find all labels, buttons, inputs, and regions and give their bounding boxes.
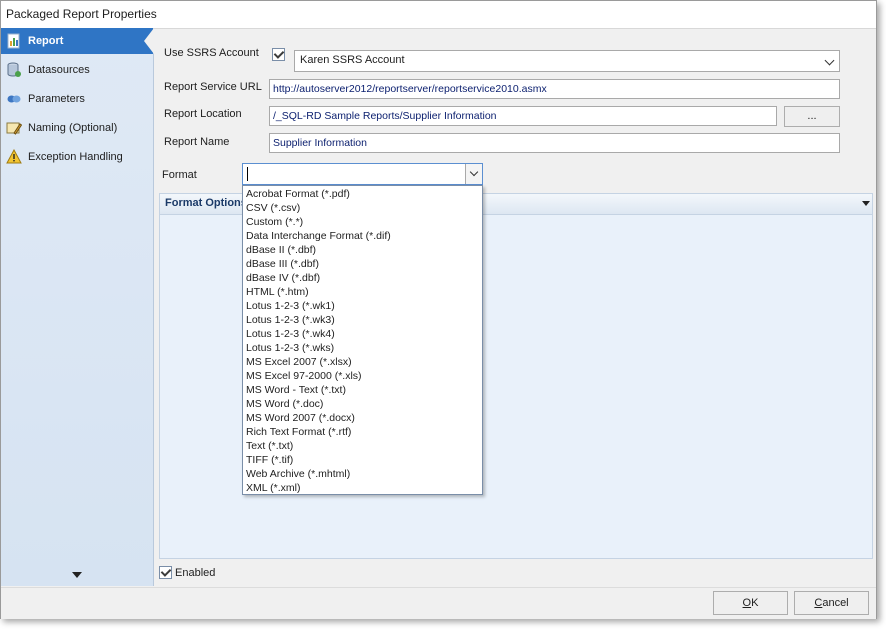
format-combobox[interactable] xyxy=(242,163,483,185)
sidebar-item-label: Naming (Optional) xyxy=(28,122,118,134)
format-option[interactable]: MS Word (*.doc) xyxy=(243,397,482,411)
format-option[interactable]: MS Word - Text (*.txt) xyxy=(243,383,482,397)
ok-button[interactable]: OK xyxy=(713,591,788,615)
database-icon xyxy=(6,62,22,78)
ok-accel: O xyxy=(742,597,752,609)
report-service-url-field[interactable]: http://autoserver2012/reportserver/repor… xyxy=(269,79,840,99)
format-dropdown-button[interactable] xyxy=(465,164,482,184)
format-option[interactable]: Lotus 1-2-3 (*.wk1) xyxy=(243,299,482,313)
report-name-label: Report Name xyxy=(164,136,230,148)
cancel-button[interactable]: Cancel xyxy=(794,591,869,615)
sidebar-item-label: Datasources xyxy=(28,64,90,76)
scroll-down-arrow-icon[interactable] xyxy=(72,572,82,578)
sidebar-item-naming[interactable]: Naming (Optional) xyxy=(1,115,153,141)
ssrs-account-value: Karen SSRS Account xyxy=(300,54,405,66)
text-cursor xyxy=(247,167,248,181)
format-option[interactable]: MS Excel 2007 (*.xlsx) xyxy=(243,355,482,369)
format-option[interactable]: TIFF (*.tif) xyxy=(243,453,482,467)
enabled-label: Enabled xyxy=(175,567,216,579)
ok-rest: K xyxy=(751,597,759,609)
format-option[interactable]: MS Excel 97-2000 (*.xls) xyxy=(243,369,482,383)
format-option[interactable]: MS Word 2007 (*.docx) xyxy=(243,411,482,425)
format-option[interactable]: Text (*.txt) xyxy=(243,439,482,453)
sidebar-item-datasources[interactable]: Datasources xyxy=(1,57,153,83)
sidebar-item-exception-handling[interactable]: Exception Handling xyxy=(1,144,153,170)
format-option[interactable]: Web Archive (*.mhtml) xyxy=(243,467,482,481)
report-service-url-label: Report Service URL xyxy=(164,81,262,93)
format-option[interactable]: dBase II (*.dbf) xyxy=(243,243,482,257)
format-option[interactable]: Acrobat Format (*.pdf) xyxy=(243,187,482,201)
report-location-field[interactable]: /_SQL-RD Sample Reports/Supplier Informa… xyxy=(269,106,777,126)
dialog-footer: OK Cancel xyxy=(1,587,876,619)
report-icon xyxy=(6,33,22,49)
report-name-field[interactable]: Supplier Information xyxy=(269,133,840,153)
title-bar: Packaged Report Properties xyxy=(1,1,876,29)
format-option[interactable]: CSV (*.csv) xyxy=(243,201,482,215)
format-option[interactable]: dBase IV (*.dbf) xyxy=(243,271,482,285)
warning-icon xyxy=(6,148,22,165)
sidebar-item-report[interactable]: Report xyxy=(1,28,154,54)
format-option[interactable]: Custom (*.*) xyxy=(243,215,482,229)
format-option[interactable]: Data Interchange Format (*.dif) xyxy=(243,229,482,243)
format-option[interactable]: Lotus 1-2-3 (*.wk4) xyxy=(243,327,482,341)
format-label: Format xyxy=(162,169,197,181)
parameters-icon xyxy=(6,91,22,107)
sidebar-item-label: Parameters xyxy=(28,93,85,105)
enabled-checkbox[interactable] xyxy=(159,566,172,579)
format-option[interactable]: Rich Text Format (*.rtf) xyxy=(243,425,482,439)
naming-icon xyxy=(6,120,23,136)
sidebar-item-label: Exception Handling xyxy=(28,151,123,163)
format-option[interactable]: XML (*.xml) xyxy=(243,481,482,495)
format-options-title: Format Options xyxy=(165,197,247,209)
use-ssrs-checkbox[interactable] xyxy=(272,48,285,61)
format-option[interactable]: Lotus 1-2-3 (*.wk3) xyxy=(243,313,482,327)
report-location-label: Report Location xyxy=(164,108,242,120)
window-title: Packaged Report Properties xyxy=(6,7,157,21)
format-dropdown-list: Acrobat Format (*.pdf) CSV (*.csv) Custom … xyxy=(242,185,483,495)
ssrs-account-select[interactable]: Karen SSRS Account xyxy=(294,50,840,72)
use-ssrs-label: Use SSRS Account xyxy=(164,47,259,59)
sidebar: Report Datasources Parameters Naming (Op… xyxy=(1,28,154,586)
browse-button[interactable]: ... xyxy=(784,106,840,127)
chevron-down-icon xyxy=(824,55,835,66)
collapse-arrow-icon[interactable] xyxy=(862,201,870,206)
format-option[interactable]: dBase III (*.dbf) xyxy=(243,257,482,271)
format-option[interactable]: Lotus 1-2-3 (*.wks) xyxy=(243,341,482,355)
sidebar-item-parameters[interactable]: Parameters xyxy=(1,86,153,112)
cancel-rest: ancel xyxy=(822,597,849,609)
format-option[interactable]: HTML (*.htm) xyxy=(243,285,482,299)
dialog-window: Packaged Report Properties Report Dataso… xyxy=(0,0,877,619)
sidebar-item-label: Report xyxy=(28,35,64,47)
